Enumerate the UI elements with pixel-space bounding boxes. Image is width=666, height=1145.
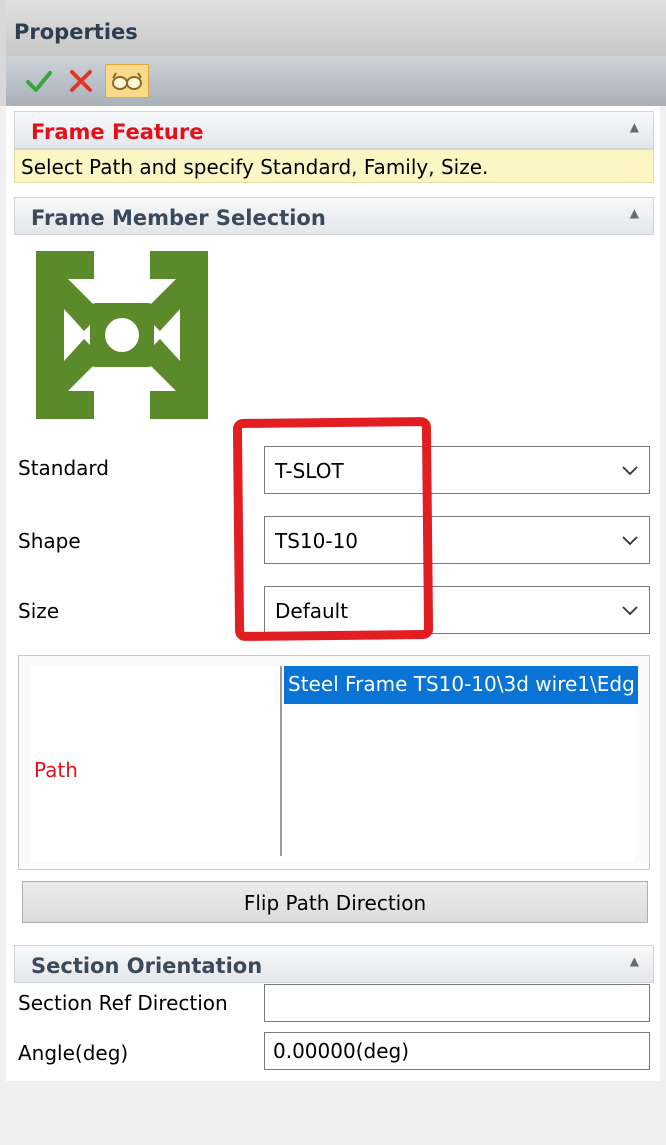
- checkmark-icon: [26, 71, 52, 92]
- properties-toolbar: [0, 56, 666, 106]
- section-orientation-title: Section Orientation: [31, 954, 263, 978]
- path-label: Path: [34, 758, 78, 782]
- path-listbox[interactable]: Steel Frame TS10-10\3d wire1\Edg: [280, 666, 638, 856]
- collapse-caret-icon[interactable]: ▲: [630, 954, 639, 968]
- ok-button[interactable]: [22, 64, 56, 98]
- flip-path-direction-button[interactable]: Flip Path Direction: [22, 881, 648, 923]
- chevron-down-icon: [622, 466, 638, 476]
- hint-text: Select Path and specify Standard, Family…: [21, 155, 489, 179]
- frame-feature-hint: Select Path and specify Standard, Family…: [14, 149, 654, 183]
- collapse-caret-icon[interactable]: ▲: [630, 206, 639, 220]
- frame-feature-header[interactable]: Frame Feature ▲: [14, 111, 654, 149]
- section-orientation-header[interactable]: Section Orientation ▲: [14, 945, 654, 983]
- chevron-down-icon: [622, 606, 638, 616]
- flip-path-direction-label: Flip Path Direction: [243, 891, 427, 915]
- section-ref-direction-label: Section Ref Direction: [18, 991, 228, 1015]
- cancel-button[interactable]: [64, 64, 98, 98]
- t-slot-profile-icon: [36, 251, 208, 419]
- collapse-caret-icon[interactable]: ▲: [630, 120, 639, 134]
- frame-feature-title: Frame Feature: [31, 120, 204, 144]
- size-label: Size: [18, 599, 60, 623]
- highlight-annotation: [232, 416, 434, 642]
- standard-label: Standard: [18, 456, 109, 480]
- frame-member-selection-title: Frame Member Selection: [31, 206, 326, 230]
- shape-label: Shape: [18, 529, 81, 553]
- chevron-down-icon: [622, 536, 638, 546]
- angle-label: Angle(deg): [18, 1041, 129, 1065]
- angle-value: 0.00000(deg): [273, 1039, 410, 1063]
- preview-button[interactable]: [105, 64, 149, 98]
- frame-member-selection-header[interactable]: Frame Member Selection ▲: [14, 197, 654, 235]
- section-ref-direction-input[interactable]: [264, 984, 650, 1022]
- angle-input[interactable]: 0.00000(deg): [264, 1032, 650, 1070]
- path-list-item[interactable]: Steel Frame TS10-10\3d wire1\Edg: [284, 666, 638, 704]
- panel-title: Properties: [14, 20, 138, 44]
- properties-title-bar: Properties: [0, 0, 666, 56]
- glasses-icon: [112, 72, 142, 90]
- cross-icon: [70, 70, 92, 92]
